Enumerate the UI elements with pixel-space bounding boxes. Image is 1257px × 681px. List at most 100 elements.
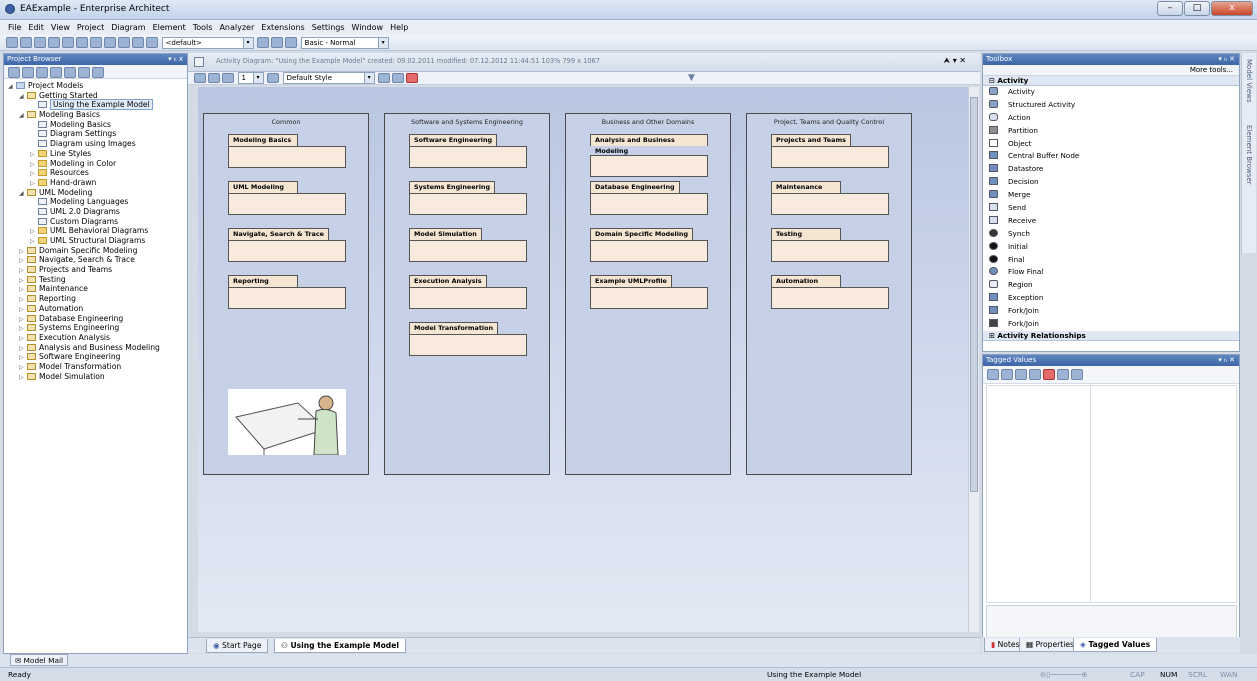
dropdown-arrow-icon[interactable]: ▾ — [242, 38, 253, 48]
toolbox-item[interactable]: Datastore — [983, 163, 1239, 176]
menu-item-element[interactable]: Element — [153, 23, 186, 32]
menu-item-view[interactable]: View — [51, 23, 70, 32]
package-element[interactable]: Testing — [771, 228, 889, 262]
tree-item[interactable]: ▷ Database Engineering — [4, 314, 187, 324]
tree-item[interactable]: ▷ Navigate, Search & Trace — [4, 255, 187, 265]
model-mail-button[interactable]: ✉ Model Mail — [10, 654, 69, 666]
tab-tagged-values[interactable]: ◈ Tagged Values — [1073, 638, 1158, 652]
tree-item[interactable]: ◢ UML Modeling — [4, 188, 187, 198]
save-icon[interactable] — [34, 37, 46, 48]
package-element[interactable]: Model Simulation — [409, 228, 527, 262]
new-diagram-icon[interactable] — [36, 67, 48, 78]
tree-item[interactable]: ▷ Projects and Teams — [4, 265, 187, 275]
toolbox-item[interactable]: Fork/Join — [983, 305, 1239, 318]
tree-item[interactable]: Using the Example Model — [4, 99, 187, 111]
cut-icon[interactable] — [48, 37, 60, 48]
tree-item[interactable]: Modeling Languages — [4, 197, 187, 207]
workspace-icon[interactable] — [285, 37, 298, 48]
tree-item[interactable]: ▷ Model Simulation — [4, 372, 187, 382]
tree-item[interactable]: Diagram Settings — [4, 129, 187, 139]
tree-item[interactable]: ▷ Systems Engineering — [4, 323, 187, 333]
tree-item[interactable]: ◢ Modeling Basics — [4, 110, 187, 120]
find-icon[interactable] — [118, 37, 130, 48]
new-tag-icon[interactable] — [1015, 369, 1027, 380]
package-element[interactable]: Example UMLProfile — [590, 275, 708, 309]
categorized-icon[interactable] — [987, 369, 999, 380]
package-element[interactable]: Maintenance — [771, 181, 889, 215]
diagram-vertical-scrollbar[interactable] — [968, 87, 979, 632]
sort-icon[interactable] — [1001, 369, 1013, 380]
fill-color-icon[interactable] — [208, 73, 220, 83]
print-icon[interactable] — [132, 37, 144, 48]
workspace-combo[interactable]: Basic - Normal ▾ — [300, 37, 389, 49]
toolbox-section-activity-relationships[interactable]: ⊞ Activity Relationships — [983, 330, 1239, 341]
pane-controls[interactable]: ▾ ₕ ✕ — [1218, 54, 1235, 65]
tree-item[interactable]: ▷ Model Transformation — [4, 362, 187, 372]
inherit-icon[interactable] — [1057, 369, 1069, 380]
tree-item[interactable]: ▷ UML Behavioral Diagrams — [4, 226, 187, 236]
paste-icon[interactable] — [76, 37, 88, 48]
redo-icon[interactable] — [104, 37, 116, 48]
menu-item-help[interactable]: Help — [390, 23, 408, 32]
model-views-tab[interactable]: Model Views — [1245, 59, 1253, 103]
menu-item-extensions[interactable]: Extensions — [261, 23, 304, 32]
tagged-values-grid[interactable] — [986, 385, 1237, 603]
pane-controls[interactable]: ▾ ₕ x — [168, 54, 183, 65]
menu-item-settings[interactable]: Settings — [312, 23, 345, 32]
move-up-icon[interactable] — [78, 67, 90, 78]
tree-item[interactable]: ▷ Domain Specific Modeling — [4, 246, 187, 256]
show-all-icon[interactable] — [1071, 369, 1083, 380]
package-element[interactable]: Modeling Basics — [228, 134, 346, 168]
dropdown-arrow-icon[interactable]: ▾ — [363, 73, 374, 83]
toolbox-section-activity[interactable]: ⊟ Activity — [983, 76, 1239, 86]
toolbox-item[interactable]: Synch — [983, 228, 1239, 241]
tree-item[interactable]: Custom Diagrams — [4, 217, 187, 227]
delete-tag-icon[interactable] — [1043, 369, 1055, 380]
new-element-icon[interactable] — [50, 67, 62, 78]
style-combo[interactable]: Default Style ▾ — [282, 72, 375, 84]
toolbox-item[interactable]: Activity — [983, 86, 1239, 99]
toolbox-item[interactable]: Region — [983, 279, 1239, 292]
tab-using-example-model[interactable]: ⚇ Using the Example Model — [274, 639, 406, 653]
scrollbar-thumb[interactable] — [970, 97, 978, 492]
package-element[interactable]: Database Engineering — [590, 181, 708, 215]
line-color-icon[interactable] — [222, 73, 234, 83]
pane-controls[interactable]: ▾ ₕ ✕ — [1218, 355, 1235, 366]
element-browser-tab[interactable]: Element Browser — [1245, 125, 1253, 185]
tree-item[interactable]: ▷ Maintenance — [4, 284, 187, 294]
package-element[interactable]: Domain Specific Modeling — [590, 228, 708, 262]
line-width-combo[interactable]: 1 ▾ — [237, 72, 264, 84]
package-element[interactable]: Model Transformation — [409, 322, 527, 356]
toolbox-item[interactable]: Send — [983, 202, 1239, 215]
font-icon[interactable] — [194, 73, 206, 83]
tree-item[interactable]: ▷ Line Styles — [4, 149, 187, 159]
boundary-column[interactable]: Business and Other Domains Analysis and B… — [565, 113, 731, 475]
expander-icon[interactable]: ▷ — [19, 373, 27, 383]
open-icon[interactable] — [20, 37, 32, 48]
tab-properties[interactable]: ▦ Properties — [1019, 638, 1081, 652]
toolbox-item[interactable]: Exception — [983, 292, 1239, 305]
toolbox-item[interactable]: Receive — [983, 215, 1239, 228]
tree-item[interactable]: Modeling Basics — [4, 120, 187, 130]
package-element[interactable]: Analysis and Business Modeling — [590, 134, 708, 177]
move-down-icon[interactable] — [92, 67, 104, 78]
close-button[interactable]: x — [1211, 1, 1253, 16]
toolbox-item[interactable]: Object — [983, 138, 1239, 151]
package-element[interactable]: Navigate, Search & Trace — [228, 228, 346, 262]
toolbox-item[interactable]: Final — [983, 254, 1239, 267]
toolbox-item[interactable]: Central Buffer Node — [983, 150, 1239, 163]
tree-item[interactable]: ▷ Execution Analysis — [4, 333, 187, 343]
toolbox-item[interactable]: Initial — [983, 241, 1239, 254]
menu-item-edit[interactable]: Edit — [28, 23, 44, 32]
tree-item[interactable]: ◢ Project Models — [4, 81, 187, 91]
tab-start-page[interactable]: ◉ Start Page — [206, 639, 269, 653]
package-element[interactable]: Projects and Teams — [771, 134, 889, 168]
properties-icon[interactable] — [64, 67, 76, 78]
package-element[interactable]: Execution Analysis — [409, 275, 527, 309]
tree-item[interactable]: ▷ Software Engineering — [4, 352, 187, 362]
boundary-column[interactable]: Software and Systems Engineering Software… — [384, 113, 550, 475]
package-element[interactable]: Software Engineering — [409, 134, 527, 168]
copy-icon[interactable] — [62, 37, 74, 48]
toolbox-item[interactable]: Decision — [983, 176, 1239, 189]
tree-item[interactable]: ▷ Modeling in Color — [4, 159, 187, 169]
